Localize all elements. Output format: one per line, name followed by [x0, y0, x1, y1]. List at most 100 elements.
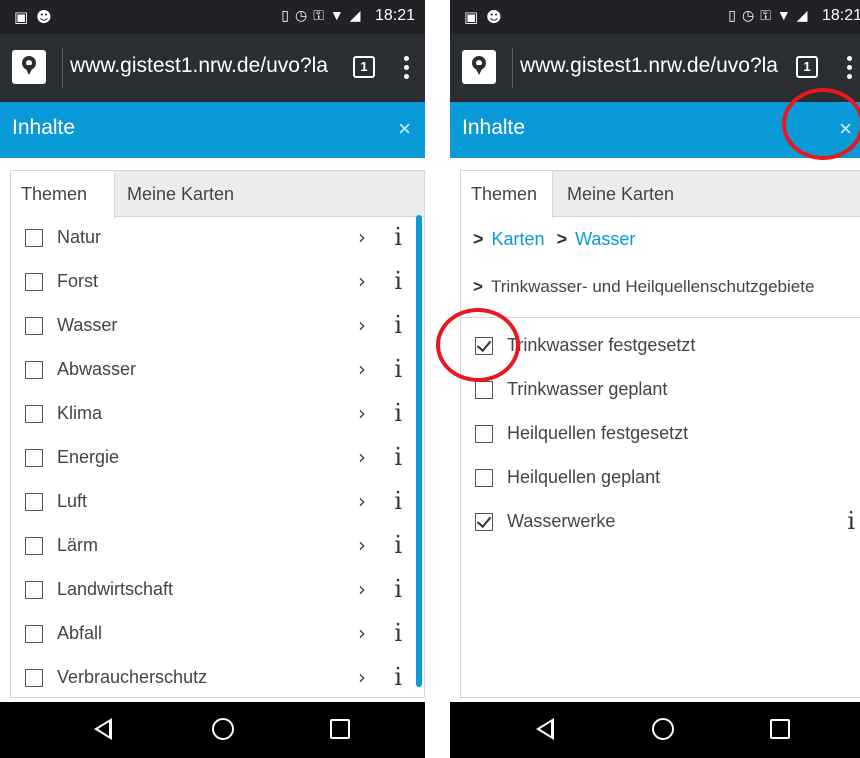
breadcrumb-wasser[interactable]: Wasser — [575, 229, 635, 249]
info-icon[interactable]: i — [394, 619, 402, 647]
system-status-icons: ▯◷⚿▼◢ — [281, 7, 367, 23]
current-group-title: Trinkwasser- und Heilquellenschutzgebiet… — [490, 277, 815, 296]
list-item[interactable]: Energie › i — [11, 437, 424, 481]
checkbox[interactable] — [25, 229, 43, 247]
back-icon[interactable] — [94, 718, 112, 740]
overflow-menu-icon[interactable] — [401, 56, 411, 80]
checkbox[interactable] — [25, 405, 43, 423]
chevron-right-icon[interactable]: › — [358, 313, 366, 337]
checkbox[interactable] — [25, 625, 43, 643]
checkbox[interactable] — [25, 317, 43, 335]
breadcrumb-current: > Trinkwasser- und Heilquellenschutzgebie… — [473, 277, 814, 297]
info-icon[interactable]: i — [394, 575, 402, 603]
status-bar: ▣☻ ▯◷⚿▼◢ 18:21 — [450, 0, 860, 34]
info-icon[interactable]: i — [847, 507, 855, 535]
highlight-circle-close — [782, 88, 860, 160]
chevron-right-icon[interactable]: › — [358, 225, 366, 249]
status-bar: ▣☻ ▯◷⚿▼◢ 18:21 — [0, 0, 425, 34]
close-button[interactable]: × — [398, 116, 411, 142]
info-icon[interactable]: i — [394, 267, 402, 295]
notification-icons: ▣☻ — [14, 8, 60, 26]
chevron-right-icon[interactable]: › — [358, 445, 366, 469]
list-item[interactable]: Heilquellen festgesetzt — [461, 413, 860, 457]
overflow-menu-icon[interactable] — [844, 56, 854, 80]
info-icon[interactable]: i — [394, 663, 402, 691]
recent-apps-icon[interactable] — [330, 719, 350, 739]
checkbox[interactable] — [25, 537, 43, 555]
url-field[interactable]: www.gistest1.nrw.de/uvo?la — [70, 54, 338, 84]
info-icon[interactable]: i — [394, 531, 402, 559]
location-pin-icon[interactable] — [462, 50, 496, 84]
chevron-right-icon[interactable]: › — [358, 401, 366, 425]
tab-themen[interactable]: Themen — [11, 171, 115, 218]
chevron-right-icon[interactable]: › — [358, 489, 366, 513]
info-icon[interactable]: i — [394, 443, 402, 471]
notification-icons: ▣☻ — [464, 8, 510, 26]
chevron-right-icon: > — [473, 229, 484, 249]
list-item[interactable]: Forst › i — [11, 261, 424, 305]
tab-bar: Themen Meine Karten — [11, 171, 424, 218]
back-icon[interactable] — [536, 718, 554, 740]
chevron-right-icon[interactable]: › — [358, 665, 366, 689]
android-nav-bar — [0, 702, 425, 758]
chevron-right-icon[interactable]: › — [358, 621, 366, 645]
info-icon[interactable]: i — [394, 311, 402, 339]
list-item[interactable]: Abfall › i — [11, 613, 424, 657]
chevron-right-icon[interactable]: › — [358, 269, 366, 293]
info-icon[interactable]: i — [394, 223, 402, 251]
tab-switcher-button[interactable]: 1 — [353, 56, 375, 78]
checkbox[interactable] — [25, 493, 43, 511]
chevron-right-icon[interactable]: › — [358, 357, 366, 381]
list-item[interactable]: Verbraucherschutz › i — [11, 657, 424, 701]
browser-url-bar: www.gistest1.nrw.de/uvo?la 1 — [450, 34, 860, 102]
chevron-right-icon[interactable]: › — [358, 533, 366, 557]
checkbox[interactable] — [475, 381, 493, 399]
checkbox[interactable] — [475, 425, 493, 443]
browser-url-bar: www.gistest1.nrw.de/uvo?la 1 — [0, 34, 425, 102]
tab-bar: Themen Meine Karten — [461, 171, 860, 218]
scrollbar[interactable] — [416, 215, 422, 687]
breadcrumb-karten[interactable]: Karten — [492, 229, 545, 249]
list-item[interactable]: Abwasser › i — [11, 349, 424, 393]
list-item[interactable]: Wasserwerke i — [461, 501, 860, 545]
list-item[interactable]: Natur › i — [11, 217, 424, 261]
tab-themen[interactable]: Themen — [461, 171, 553, 218]
phone-screen-left: ▣☻ ▯◷⚿▼◢ 18:21 www.gistest1.nrw.de/uvo?l… — [0, 0, 425, 758]
url-divider — [512, 48, 513, 88]
panel-title: Inhalte — [12, 116, 76, 139]
home-icon[interactable] — [652, 718, 674, 740]
url-divider — [62, 48, 63, 88]
checkbox[interactable] — [25, 449, 43, 467]
list-item[interactable]: Trinkwasser geplant — [461, 369, 860, 413]
tab-meine-karten[interactable]: Meine Karten — [567, 171, 674, 217]
list-item[interactable]: Trinkwasser festgesetzt — [461, 325, 860, 369]
list-item[interactable]: Luft › i — [11, 481, 424, 525]
info-icon[interactable]: i — [394, 487, 402, 515]
chevron-right-icon[interactable]: › — [358, 577, 366, 601]
content-panel: Themen Meine Karten > Karten > Wasser > Trin… — [460, 170, 860, 698]
system-status-icons: ▯◷⚿▼◢ — [728, 7, 814, 23]
chevron-right-icon: > — [556, 229, 568, 249]
checkbox[interactable] — [25, 581, 43, 599]
android-nav-bar — [450, 702, 860, 758]
url-field[interactable]: www.gistest1.nrw.de/uvo?la — [520, 54, 788, 84]
home-icon[interactable] — [212, 718, 234, 740]
list-item[interactable]: Heilquellen geplant — [461, 457, 860, 501]
tab-meine-karten[interactable]: Meine Karten — [127, 171, 234, 217]
recent-apps-icon[interactable] — [770, 719, 790, 739]
checkbox-checked[interactable] — [475, 513, 493, 531]
checkbox[interactable] — [25, 361, 43, 379]
list-item[interactable]: Landwirtschaft › i — [11, 569, 424, 613]
checkbox[interactable] — [475, 469, 493, 487]
highlight-circle-checkbox — [436, 308, 520, 382]
info-icon[interactable]: i — [394, 355, 402, 383]
location-pin-icon[interactable] — [12, 50, 46, 84]
status-time: 18:21 — [821, 7, 860, 24]
checkbox[interactable] — [25, 273, 43, 291]
list-item[interactable]: Lärm › i — [11, 525, 424, 569]
list-item[interactable]: Wasser › i — [11, 305, 424, 349]
list-item[interactable]: Klima › i — [11, 393, 424, 437]
info-icon[interactable]: i — [394, 399, 402, 427]
tab-switcher-button[interactable]: 1 — [796, 56, 818, 78]
checkbox[interactable] — [25, 669, 43, 687]
